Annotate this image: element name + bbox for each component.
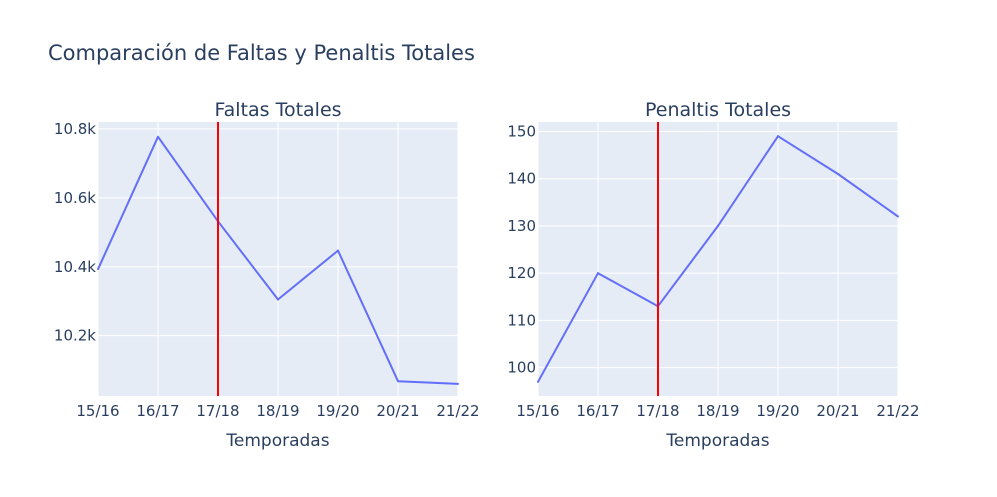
y-tick-label: 110: [507, 311, 536, 329]
data-point: [397, 380, 399, 383]
y-tick-label: 100: [507, 359, 536, 377]
x-tick-label: 21/22: [876, 402, 919, 420]
y-tick-label: 10.6k: [54, 189, 96, 207]
x-tick-label: 21/22: [436, 402, 479, 420]
x-tick-label: 15/16: [76, 402, 119, 420]
y-tick-label: 150: [507, 122, 536, 140]
x-tick-label: 18/19: [696, 402, 739, 420]
data-point: [157, 135, 159, 138]
data-point: [457, 382, 459, 385]
data-point: [777, 135, 779, 138]
figure-title: Comparación de Faltas y Penaltis Totales: [48, 41, 475, 65]
y-tick-label: 130: [507, 217, 536, 235]
data-point: [837, 172, 839, 175]
y-tick-label: 10.8k: [54, 120, 96, 138]
x-tick-label: 19/20: [756, 402, 799, 420]
x-tick-label: 19/20: [316, 402, 359, 420]
x-tick-label: 16/17: [136, 402, 179, 420]
data-point: [537, 380, 539, 383]
data-point: [897, 215, 899, 218]
data-point: [337, 249, 339, 252]
x-tick-label: 20/21: [816, 402, 859, 420]
y-tick-label: 10.2k: [54, 327, 96, 345]
x-tick-label: 17/18: [196, 402, 239, 420]
data-point: [597, 272, 599, 275]
subplot-title: Faltas Totales: [214, 99, 341, 121]
data-point: [717, 224, 719, 227]
subplot-title: Penaltis Totales: [645, 99, 791, 121]
x-tick-label: 16/17: [576, 402, 619, 420]
x-axis-title: Temporadas: [665, 431, 769, 451]
y-tick-label: 140: [507, 170, 536, 188]
x-tick-label: 17/18: [636, 402, 679, 420]
x-tick-label: 15/16: [516, 402, 559, 420]
data-point: [97, 268, 99, 271]
x-axis-title: Temporadas: [225, 431, 329, 451]
x-tick-label: 20/21: [376, 402, 419, 420]
chart-figure: Comparación de Faltas y Penaltis Totales…: [48, 41, 920, 451]
subplot-2: 15/16 16/17 17/18 18/19 19/20 20/21 21/22 100 11…: [507, 99, 919, 451]
data-point: [277, 298, 279, 301]
y-tick-label: 10.4k: [54, 258, 96, 276]
x-tick-label: 18/19: [256, 402, 299, 420]
y-tick-label: 120: [507, 264, 536, 282]
subplot-1: 15/16 16/17 17/18 18/19 19/20 20/21 21/22 10.2k…: [54, 99, 480, 451]
